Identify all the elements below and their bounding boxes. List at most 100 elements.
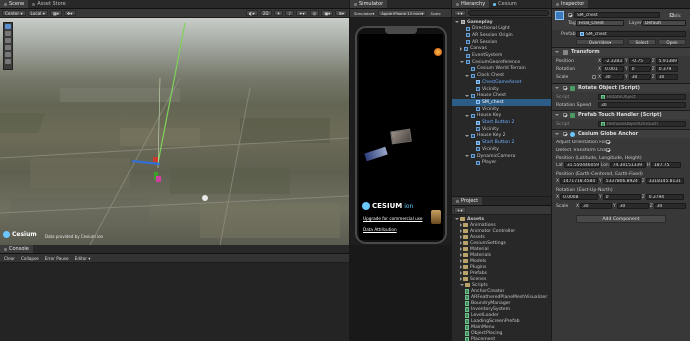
hierarchy-item[interactable]: Start Button 2 [452,120,551,126]
collapse-arrow-icon[interactable] [460,223,462,228]
scene-viewport[interactable]: Cesium Data provided by Cesium ion [0,18,349,245]
hierarchy-item[interactable]: Clock Chest [452,73,551,79]
overrides-dropdown[interactable]: Overrides ▾ [576,39,624,45]
latitude-field[interactable]: 31.550446059 [563,162,600,168]
character-icon[interactable] [431,210,441,224]
prefab-touch-header[interactable]: Prefab Touch Handler (Script) [552,110,690,119]
rotation-y-field[interactable]: 0 [628,66,651,72]
device-dropdown[interactable]: Apple iPhone 12 mini ▾ [378,10,427,16]
settings-orb[interactable] [434,48,442,56]
add-component-button[interactable]: Add Component [576,215,666,223]
expand-arrow-icon[interactable] [460,61,464,64]
position-z-field[interactable]: 5.91389 [655,58,678,64]
2d-toggle-button[interactable]: 2D [259,10,272,16]
collapse-arrow-icon[interactable] [460,271,462,276]
console-body[interactable] [0,263,349,341]
hidden-objects-button[interactable]: ◎ [309,10,320,16]
tab-cesium[interactable]: Cesium [489,0,521,8]
expand-arrow-icon[interactable] [465,155,469,158]
scale-x-field[interactable]: 30 [602,74,625,80]
transform-tool-icon[interactable] [5,59,11,64]
adjust-orientation-checkbox[interactable] [606,140,610,144]
render-mode-button[interactable]: ◐▾ [245,10,258,16]
expand-arrow-icon[interactable] [455,218,459,221]
rotate-object-header[interactable]: Rotate Object (Script) [552,83,690,92]
hierarchy-item[interactable]: DynamicCamera [452,153,551,159]
expand-arrow-icon[interactable] [460,284,464,287]
scale-y-field[interactable]: 30 [628,74,651,80]
hierarchy-item[interactable]: Canvas [452,46,551,52]
pivot-local-dropdown[interactable]: Local ▾ [27,10,48,16]
tab-scene[interactable]: Scene [0,0,29,8]
tab-hierarchy[interactable]: Hierarchy [452,0,490,8]
hierarchy-item[interactable]: House Chest [452,93,551,99]
effects-toggle-button[interactable]: ✦▾ [296,10,308,16]
gizmo-handle-red[interactable] [153,157,158,162]
collapse-arrow-icon[interactable] [460,247,462,252]
scene-attribution[interactable]: Data provided by Cesium ion [45,234,103,239]
prefab-field[interactable]: SM_chest [576,31,686,37]
scale-tool-icon[interactable] [5,45,11,50]
audio-toggle-button[interactable]: ♪ [285,10,295,16]
hierarchy-item[interactable]: EventSystem [452,53,551,59]
hierarchy-add-button[interactable]: +▾ [454,10,466,16]
layer-dropdown[interactable]: Default [642,20,686,26]
hierarchy-item[interactable]: Start Button 2 [452,140,551,146]
eun-z-field[interactable]: 0.3794 [645,194,684,200]
scene-orientation-gizmo[interactable] [3,22,13,70]
collapse-arrow-icon[interactable] [460,259,462,264]
prefab-open-button[interactable]: Open [658,39,686,45]
tab-asset-store[interactable]: Asset Store [28,0,69,8]
console-error-pause-button[interactable]: Error Pause [43,255,71,261]
anchor-scale-z-field[interactable]: 30 [653,203,686,209]
console-clear-button[interactable]: Clear [2,255,17,261]
expand-arrow-icon[interactable] [465,114,469,117]
expand-arrow-icon[interactable] [465,74,469,77]
console-editor-dropdown[interactable]: Editor ▾ [73,255,93,261]
data-attribution-link[interactable]: Data Attribution [363,227,397,232]
position-x-field[interactable]: -2.32831 [602,58,625,64]
console-collapse-button[interactable]: Collapse [19,255,41,261]
hierarchy-item[interactable]: Cesium World Terrain [452,66,551,72]
pivot-center-dropdown[interactable]: Center ▾ [2,10,26,16]
link-icon[interactable] [592,75,596,79]
height-field[interactable]: 187.75 [651,162,682,168]
expand-arrow-icon[interactable] [455,21,459,24]
rotate-tool-icon[interactable] [5,38,11,43]
rotation-x-field[interactable]: 0.001 [602,66,625,72]
position-y-field[interactable]: -0.75 [628,58,651,64]
tab-console[interactable]: Console [0,245,33,253]
collapse-arrow-icon[interactable] [460,46,462,51]
snap-toggle-button[interactable]: ✥▾ [63,10,76,16]
hierarchy-item[interactable]: House Key [452,113,551,119]
anchor-scale-y-field[interactable]: 30 [616,203,649,209]
move-tool-icon[interactable] [5,31,11,36]
ecef-y-field[interactable]: 5337806.8924 [602,178,641,184]
object-marker[interactable] [202,195,208,201]
hierarchy-item[interactable]: CesiumGeoreference [452,59,551,65]
hierarchy-item[interactable]: Gameplay [452,19,551,25]
hierarchy-item[interactable]: Vicinity [452,146,551,152]
collapse-arrow-icon[interactable] [460,241,462,246]
anchor-scale-x-field[interactable]: 30 [580,203,613,209]
anchor-enabled-checkbox[interactable] [563,132,567,136]
eun-y-field[interactable]: 0 [602,194,641,200]
ecef-z-field[interactable]: 3318145.8131 [645,178,684,184]
touch-enabled-checkbox[interactable] [563,113,567,117]
hierarchy-item[interactable]: AR Session Origin [452,32,551,38]
transform-header[interactable]: Transform [552,47,690,56]
rotate-enabled-checkbox[interactable] [563,86,567,90]
gizmos-button[interactable]: ⊕▾ [335,10,347,16]
object-name-field[interactable]: SM_chest [574,12,660,18]
hierarchy-item[interactable]: Vicinity [452,126,551,132]
detect-transform-checkbox[interactable] [606,148,610,152]
ecef-x-field[interactable]: 1471718.4584 [560,178,599,184]
rect-tool-icon[interactable] [5,52,11,57]
hierarchy-item[interactable]: House Key 2 [452,133,551,139]
scale-z-field[interactable]: 30 [655,74,678,80]
prefab-select-button[interactable]: Select [628,39,656,45]
collapse-arrow-icon[interactable] [460,253,462,258]
project-script-item[interactable]: Placement [452,336,551,341]
hand-tool-icon[interactable] [5,24,11,29]
chest-model[interactable] [390,128,412,145]
